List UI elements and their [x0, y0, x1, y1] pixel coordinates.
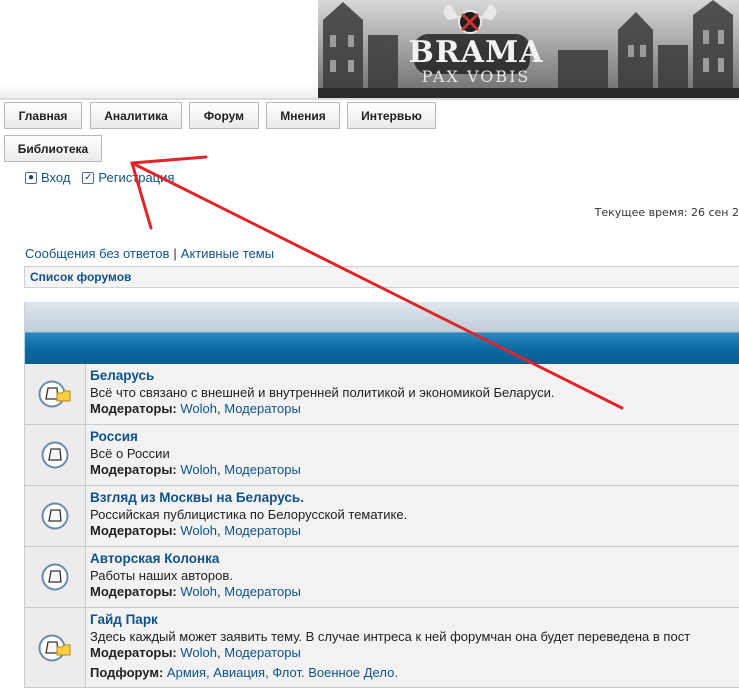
- forum-title-link[interactable]: Гайд Парк: [90, 612, 158, 627]
- forum-row: Россия Всё о России Модераторы: Woloh, М…: [24, 425, 739, 486]
- forum-no-new-posts-icon: [41, 563, 69, 591]
- subforum-link[interactable]: Армия, Авиация, Флот. Военное Дело.: [167, 665, 398, 680]
- moderator-link[interactable]: Woloh: [180, 584, 217, 599]
- moderator-link[interactable]: Woloh: [180, 523, 217, 538]
- moderators-label: Модераторы:: [90, 462, 177, 477]
- subforum-label: Подфорум:: [90, 664, 164, 680]
- forum-row: Гайд Парк Здесь каждый может заявить тем…: [24, 608, 739, 688]
- arrow-head-top: [130, 155, 208, 165]
- nav-analytics-button[interactable]: Аналитика: [90, 102, 182, 129]
- quick-links: Сообщения без ответов | Активные темы: [25, 246, 274, 261]
- forum-no-new-posts-icon: [41, 502, 69, 530]
- nav-library-button[interactable]: Библиотека: [4, 135, 102, 162]
- moderator-group-link[interactable]: Модераторы: [224, 584, 301, 599]
- forum-icon-cell: [25, 486, 86, 546]
- moderator-link[interactable]: Woloh: [180, 462, 217, 477]
- moderator-group-link[interactable]: Модераторы: [224, 523, 301, 538]
- forum-icon-cell: [25, 547, 86, 607]
- nav-interviews-button[interactable]: Интервью: [347, 102, 436, 129]
- current-time: Текущее время: 26 сен 2: [594, 206, 739, 219]
- moderators-label: Модераторы:: [90, 584, 177, 599]
- unanswered-posts-link[interactable]: Сообщения без ответов: [25, 246, 169, 261]
- site-banner[interactable]: BRAMA PAX VOBIS: [318, 0, 739, 99]
- moderator-separator: ,: [217, 584, 221, 599]
- nav-home-button[interactable]: Главная: [4, 102, 82, 129]
- register-icon: ✓: [82, 171, 95, 184]
- register-link[interactable]: Регистрация: [98, 170, 174, 185]
- forum-description: Здесь каждый может заявить тему. В случа…: [90, 628, 691, 644]
- moderator-group-link[interactable]: Модераторы: [224, 645, 301, 660]
- forum-no-new-posts-icon: [41, 441, 69, 469]
- forum-new-posts-icon: [38, 380, 71, 408]
- forum-row-content: Взгляд из Москвы на Беларусь. Российская…: [90, 490, 739, 540]
- active-topics-link[interactable]: Активные темы: [181, 246, 274, 261]
- forum-row-content: Авторская Колонка Работы наших авторов. …: [90, 551, 739, 601]
- logo-title: BRAMA: [408, 35, 544, 70]
- auth-links: ● Вход ✓ Регистрация: [25, 170, 174, 185]
- forum-row-content: Гайд Парк Здесь каждый может заявить тем…: [90, 612, 739, 681]
- moderator-separator: ,: [217, 523, 221, 538]
- moderator-group-link[interactable]: Модераторы: [224, 462, 301, 477]
- forum-title-link[interactable]: Взгляд из Москвы на Беларусь.: [90, 490, 304, 505]
- forum-icon-cell: [25, 608, 86, 687]
- forum-title-link[interactable]: Беларусь: [90, 368, 154, 383]
- login-link[interactable]: Вход: [41, 170, 70, 185]
- quick-links-separator: |: [173, 246, 177, 261]
- forum-description: Работы наших авторов.: [90, 567, 233, 583]
- forum-new-posts-icon: [38, 634, 71, 661]
- moderator-separator: ,: [217, 401, 221, 416]
- moderator-link[interactable]: Woloh: [180, 401, 217, 416]
- forum-title-link[interactable]: Авторская Колонка: [90, 551, 219, 566]
- moderator-separator: ,: [217, 645, 221, 660]
- login-icon: ●: [25, 171, 37, 184]
- forum-title-link[interactable]: Россия: [90, 429, 138, 444]
- nav-opinions-button[interactable]: Мнения: [266, 102, 340, 129]
- forum-row: Беларусь Всё что связано с внешней и вну…: [24, 364, 739, 425]
- forum-row: Авторская Колонка Работы наших авторов. …: [24, 547, 739, 608]
- breadcrumb: Список форумов: [24, 266, 739, 288]
- forum-icon-cell: [25, 425, 86, 485]
- forum-list: Беларусь Всё что связано с внешней и вну…: [24, 364, 739, 688]
- forum-row-content: Беларусь Всё что связано с внешней и вну…: [90, 368, 739, 418]
- moderator-group-link[interactable]: Модераторы: [224, 401, 301, 416]
- moderator-link[interactable]: Woloh: [180, 645, 217, 660]
- forum-table-header: [24, 302, 739, 364]
- forum-row: Взгляд из Москвы на Беларусь. Российская…: [24, 486, 739, 547]
- forum-row-content: Россия Всё о России Модераторы: Woloh, М…: [90, 429, 739, 479]
- forum-description: Всё о России: [90, 445, 170, 461]
- forum-description: Всё что связано с внешней и внутренней п…: [90, 384, 555, 400]
- forum-index-link[interactable]: Список форумов: [30, 270, 131, 284]
- forum-icon-cell: [25, 364, 86, 424]
- moderator-separator: ,: [217, 462, 221, 477]
- moderators-label: Модераторы:: [90, 645, 177, 660]
- banner-gap: [0, 82, 318, 99]
- moderators-label: Модераторы:: [90, 401, 177, 416]
- moderators-label: Модераторы:: [90, 523, 177, 538]
- banner-divider: [0, 98, 739, 100]
- nav-forum-button[interactable]: Форум: [189, 102, 259, 129]
- logo-subtitle: PAX VOBIS: [421, 67, 531, 86]
- forum-description: Российская публицистика по Белорусской т…: [90, 506, 408, 522]
